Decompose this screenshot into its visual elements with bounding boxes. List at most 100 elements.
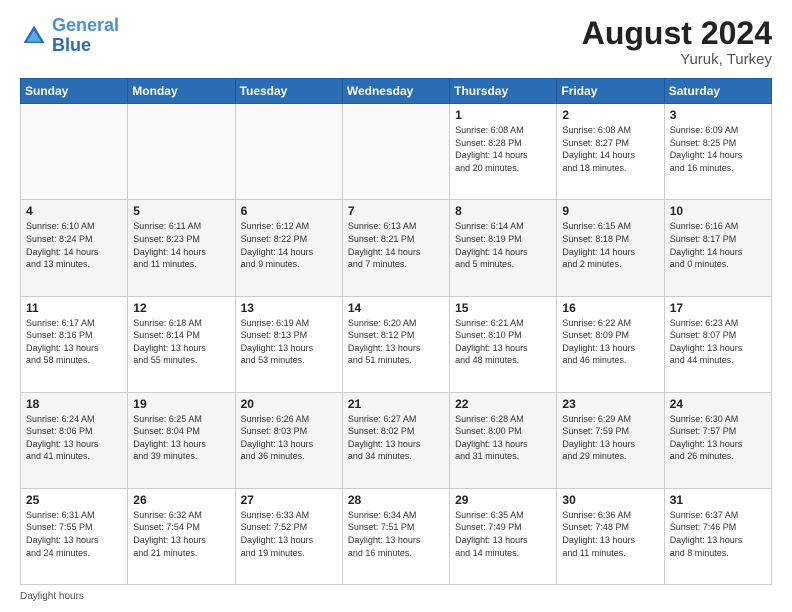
day-number: 1 bbox=[455, 108, 551, 122]
calendar-day-cell bbox=[235, 104, 342, 200]
calendar-day-header: Thursday bbox=[450, 79, 557, 104]
calendar-week-row: 4Sunrise: 6:10 AM Sunset: 8:24 PM Daylig… bbox=[21, 200, 772, 296]
calendar-week-row: 1 Sunrise: 6:08 AM Sunset: 8:28 PM Daylig… bbox=[21, 104, 772, 200]
calendar-day-cell: 17 Sunrise: 6:23 AM Sunset: 8:07 PM Dayli… bbox=[664, 296, 771, 392]
calendar-day-cell: 13Sunrise: 6:19 AM Sunset: 8:13 PM Dayli… bbox=[235, 296, 342, 392]
day-info: Sunrise: 6:21 AM Sunset: 8:10 PM Dayligh… bbox=[455, 317, 551, 367]
calendar-header-row: SundayMondayTuesdayWednesdayThursdayFrid… bbox=[21, 79, 772, 104]
calendar-day-cell: 26 Sunrise: 6:32 AM Sunset: 7:54 PM Dayli… bbox=[128, 488, 235, 584]
logo-text: General Blue bbox=[52, 16, 119, 56]
day-info: Sunrise: 6:13 AM Sunset: 8:21 PM Dayligh… bbox=[348, 220, 444, 270]
calendar-day-cell: 23Sunrise: 6:29 AM Sunset: 7:59 PM Dayli… bbox=[557, 392, 664, 488]
daylight-label: Daylight hours bbox=[20, 591, 84, 602]
day-number: 20 bbox=[241, 397, 337, 411]
day-info: Sunrise: 6:11 AM Sunset: 8:23 PM Dayligh… bbox=[133, 220, 229, 270]
day-info: Sunrise: 6:17 AM Sunset: 8:16 PM Dayligh… bbox=[26, 317, 122, 367]
day-number: 11 bbox=[26, 301, 122, 315]
calendar-day-cell: 31 Sunrise: 6:37 AM Sunset: 7:46 PM Dayli… bbox=[664, 488, 771, 584]
day-info: Sunrise: 6:23 AM Sunset: 8:07 PM Dayligh… bbox=[670, 317, 766, 367]
calendar-day-cell: 28 Sunrise: 6:34 AM Sunset: 7:51 PM Dayli… bbox=[342, 488, 449, 584]
calendar-table: SundayMondayTuesdayWednesdayThursdayFrid… bbox=[20, 78, 772, 585]
day-info: Sunrise: 6:34 AM Sunset: 7:51 PM Dayligh… bbox=[348, 509, 444, 559]
day-number: 5 bbox=[133, 204, 229, 218]
footer: Daylight hours bbox=[20, 591, 772, 602]
calendar-day-header: Saturday bbox=[664, 79, 771, 104]
calendar-day-cell: 7 Sunrise: 6:13 AM Sunset: 8:21 PM Daylig… bbox=[342, 200, 449, 296]
month-year: August 2024 bbox=[582, 16, 772, 51]
calendar-day-header: Sunday bbox=[21, 79, 128, 104]
day-info: Sunrise: 6:12 AM Sunset: 8:22 PM Dayligh… bbox=[241, 220, 337, 270]
day-number: 4 bbox=[26, 204, 122, 218]
day-number: 19 bbox=[133, 397, 229, 411]
calendar-day-cell: 27 Sunrise: 6:33 AM Sunset: 7:52 PM Dayli… bbox=[235, 488, 342, 584]
calendar-day-cell: 14 Sunrise: 6:20 AM Sunset: 8:12 PM Dayli… bbox=[342, 296, 449, 392]
day-number: 24 bbox=[670, 397, 766, 411]
day-info: Sunrise: 6:14 AM Sunset: 8:19 PM Dayligh… bbox=[455, 220, 551, 270]
calendar-day-cell: 1 Sunrise: 6:08 AM Sunset: 8:28 PM Daylig… bbox=[450, 104, 557, 200]
calendar-day-cell: 5 Sunrise: 6:11 AM Sunset: 8:23 PM Daylig… bbox=[128, 200, 235, 296]
calendar-week-row: 25Sunrise: 6:31 AM Sunset: 7:55 PM Dayli… bbox=[21, 488, 772, 584]
calendar-day-header: Tuesday bbox=[235, 79, 342, 104]
calendar-day-cell: 19 Sunrise: 6:25 AM Sunset: 8:04 PM Dayli… bbox=[128, 392, 235, 488]
calendar-day-cell: 15 Sunrise: 6:21 AM Sunset: 8:10 PM Dayli… bbox=[450, 296, 557, 392]
calendar-day-cell: 12 Sunrise: 6:18 AM Sunset: 8:14 PM Dayli… bbox=[128, 296, 235, 392]
day-number: 6 bbox=[241, 204, 337, 218]
calendar-day-cell: 20 Sunrise: 6:26 AM Sunset: 8:03 PM Dayli… bbox=[235, 392, 342, 488]
calendar-week-row: 11 Sunrise: 6:17 AM Sunset: 8:16 PM Dayli… bbox=[21, 296, 772, 392]
header: General Blue August 2024 Yuruk, Turkey bbox=[20, 16, 772, 68]
calendar-day-header: Wednesday bbox=[342, 79, 449, 104]
day-number: 18 bbox=[26, 397, 122, 411]
calendar-day-cell: 22 Sunrise: 6:28 AM Sunset: 8:00 PM Dayli… bbox=[450, 392, 557, 488]
calendar-day-cell bbox=[21, 104, 128, 200]
day-number: 14 bbox=[348, 301, 444, 315]
day-info: Sunrise: 6:15 AM Sunset: 8:18 PM Dayligh… bbox=[562, 220, 658, 270]
day-number: 21 bbox=[348, 397, 444, 411]
day-number: 27 bbox=[241, 493, 337, 507]
day-info: Sunrise: 6:24 AM Sunset: 8:06 PM Dayligh… bbox=[26, 413, 122, 463]
calendar-day-header: Monday bbox=[128, 79, 235, 104]
calendar-week-row: 18 Sunrise: 6:24 AM Sunset: 8:06 PM Dayli… bbox=[21, 392, 772, 488]
day-info: Sunrise: 6:25 AM Sunset: 8:04 PM Dayligh… bbox=[133, 413, 229, 463]
day-number: 30 bbox=[562, 493, 658, 507]
title-area: August 2024 Yuruk, Turkey bbox=[582, 16, 772, 68]
day-info: Sunrise: 6:37 AM Sunset: 7:46 PM Dayligh… bbox=[670, 509, 766, 559]
calendar-day-cell: 3Sunrise: 6:09 AM Sunset: 8:25 PM Daylig… bbox=[664, 104, 771, 200]
logo-icon bbox=[20, 22, 48, 50]
day-number: 17 bbox=[670, 301, 766, 315]
calendar-day-cell: 29Sunrise: 6:35 AM Sunset: 7:49 PM Dayli… bbox=[450, 488, 557, 584]
calendar-day-cell: 11 Sunrise: 6:17 AM Sunset: 8:16 PM Dayli… bbox=[21, 296, 128, 392]
day-number: 22 bbox=[455, 397, 551, 411]
day-number: 25 bbox=[26, 493, 122, 507]
day-info: Sunrise: 6:27 AM Sunset: 8:02 PM Dayligh… bbox=[348, 413, 444, 463]
calendar-day-cell: 24Sunrise: 6:30 AM Sunset: 7:57 PM Dayli… bbox=[664, 392, 771, 488]
logo-blue: Blue bbox=[52, 35, 91, 55]
day-number: 26 bbox=[133, 493, 229, 507]
day-info: Sunrise: 6:19 AM Sunset: 8:13 PM Dayligh… bbox=[241, 317, 337, 367]
location: Yuruk, Turkey bbox=[582, 51, 772, 68]
day-info: Sunrise: 6:32 AM Sunset: 7:54 PM Dayligh… bbox=[133, 509, 229, 559]
calendar-day-cell: 9Sunrise: 6:15 AM Sunset: 8:18 PM Daylig… bbox=[557, 200, 664, 296]
day-info: Sunrise: 6:08 AM Sunset: 8:28 PM Dayligh… bbox=[455, 124, 551, 174]
day-number: 28 bbox=[348, 493, 444, 507]
day-info: Sunrise: 6:28 AM Sunset: 8:00 PM Dayligh… bbox=[455, 413, 551, 463]
day-number: 31 bbox=[670, 493, 766, 507]
day-info: Sunrise: 6:08 AM Sunset: 8:27 PM Dayligh… bbox=[562, 124, 658, 174]
day-number: 29 bbox=[455, 493, 551, 507]
calendar-day-cell bbox=[342, 104, 449, 200]
day-info: Sunrise: 6:22 AM Sunset: 8:09 PM Dayligh… bbox=[562, 317, 658, 367]
day-info: Sunrise: 6:33 AM Sunset: 7:52 PM Dayligh… bbox=[241, 509, 337, 559]
day-info: Sunrise: 6:18 AM Sunset: 8:14 PM Dayligh… bbox=[133, 317, 229, 367]
day-info: Sunrise: 6:20 AM Sunset: 8:12 PM Dayligh… bbox=[348, 317, 444, 367]
day-info: Sunrise: 6:09 AM Sunset: 8:25 PM Dayligh… bbox=[670, 124, 766, 174]
day-number: 7 bbox=[348, 204, 444, 218]
calendar-day-cell: 10 Sunrise: 6:16 AM Sunset: 8:17 PM Dayli… bbox=[664, 200, 771, 296]
day-info: Sunrise: 6:16 AM Sunset: 8:17 PM Dayligh… bbox=[670, 220, 766, 270]
logo-general: General bbox=[52, 15, 119, 35]
day-number: 12 bbox=[133, 301, 229, 315]
calendar-day-cell: 4Sunrise: 6:10 AM Sunset: 8:24 PM Daylig… bbox=[21, 200, 128, 296]
day-number: 23 bbox=[562, 397, 658, 411]
day-info: Sunrise: 6:26 AM Sunset: 8:03 PM Dayligh… bbox=[241, 413, 337, 463]
day-number: 10 bbox=[670, 204, 766, 218]
day-number: 8 bbox=[455, 204, 551, 218]
day-number: 15 bbox=[455, 301, 551, 315]
